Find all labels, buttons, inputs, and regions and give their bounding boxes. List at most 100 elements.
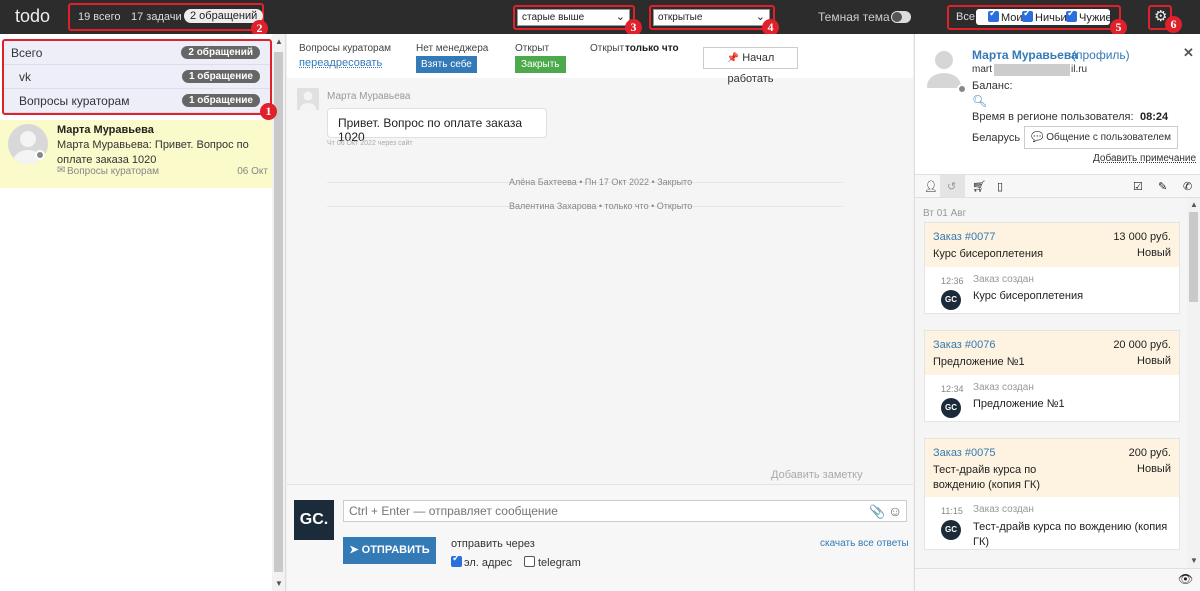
order-card[interactable]: Заказ #0076 20 000 руб. Предложение №1 Н… [924,330,1180,422]
order-title: Тест-драйв курса по вождению (копия ГК) [933,464,1040,491]
channel-email[interactable]: эл. адрес [451,553,512,569]
annotation-box-1 [2,39,272,115]
scrollbar-thumb[interactable] [274,52,283,572]
user-icon[interactable]: 👤︎ [924,180,938,193]
message-input[interactable] [343,500,907,522]
checkbox-icon[interactable]: ☑ [1133,180,1143,193]
user-name-link[interactable]: Марта Муравьева [972,48,1078,62]
scroll-up-icon[interactable]: ▲ [275,37,283,46]
search-icon[interactable]: 🔍︎ [972,94,987,108]
reassign-link[interactable]: переадресовать [299,57,382,69]
event-title: Заказ создан [973,504,1034,515]
checkbox-empty-icon[interactable] [524,556,535,567]
stat-tasks[interactable]: 17 задачи [131,11,182,23]
order-status: Новый [1137,355,1171,367]
scrollbar-thumb[interactable] [1189,212,1198,302]
send-icon: ➤ [349,544,359,556]
gc-logo: GC. [294,500,334,540]
order-price: 200 руб. [1128,447,1171,459]
app-logo[interactable]: todo [15,6,50,27]
event-text: Курс бисероплетения [973,290,1084,302]
profile-link[interactable]: (профиль) [1072,48,1130,62]
region-time: 08:24 [1140,111,1169,123]
system-event: Алёна Бахтеева • Пн 17 Окт 2022 • Закрыт… [509,177,693,187]
gc-logo-small: GC [941,520,961,540]
event-title: Заказ создан [973,274,1034,285]
country: Беларусь [972,132,1021,144]
download-all-link[interactable]: скачать все ответы [820,538,909,549]
filter-mine-label: Мои [1001,12,1023,24]
date-header: Вт 01 Авг [923,208,967,219]
scroll-down-icon[interactable]: ▼ [1190,556,1198,565]
send-button[interactable]: ➤ ОТПРАВИТЬ [343,537,436,564]
stat-total[interactable]: 19 всего [78,11,121,23]
phone-icon[interactable]: ✆ [1183,180,1192,193]
start-work-button[interactable]: 📌 Начал работать [703,47,798,85]
avatar [297,88,319,110]
status-dot [957,84,967,94]
conversation-channel: Вопросы кураторам [67,166,160,177]
add-note-link[interactable]: Добавить заметку [771,469,863,481]
dark-theme-toggle[interactable] [891,11,911,23]
right-scrollbar[interactable]: ▲ ▼ [1187,198,1200,568]
checkbox-checked-icon[interactable] [988,8,999,22]
stat-requests[interactable]: 2 обращений [184,9,264,23]
close-button[interactable]: Закрыть [515,56,566,73]
filter-all[interactable]: Все [956,11,975,23]
event-text: Предложение №1 [973,398,1065,410]
system-event: Валентина Захарова • только что • Открыт… [509,201,693,211]
mobile-icon[interactable]: ▯ [997,180,1003,193]
filter-others[interactable]: Чужие [1066,8,1112,24]
order-price: 20 000 руб. [1113,339,1171,351]
close-icon[interactable]: ✕ [1183,45,1194,61]
checkbox-checked-icon[interactable] [1022,8,1033,22]
user-tabs: 👤︎ ↺ 🛒︎ ▯ ☑ ✎ ✆ [915,174,1200,198]
sort-select[interactable]: старые выше ⌄ [517,9,630,26]
chevron-down-icon: ⌄ [615,11,625,23]
chat-button-label: Общение с пользователем [1046,132,1171,143]
conversation-date: 06 Окт [237,166,268,177]
top-bar: todo 19 всего 17 задачи 2 обращений 2 ст… [0,0,1200,37]
envelope-icon: ✉ [57,165,66,176]
checkbox-checked-icon[interactable] [451,553,462,567]
user-info-panel: Марта Муравьева (профиль) ✕ mart il.ru Б… [914,34,1200,591]
event-time: 12:36 [941,276,964,286]
no-manager-label: Нет менеджера [416,43,489,54]
send-via-label: отправить через [451,538,535,550]
order-header: Заказ #0077 13 000 руб. Курс бисероплете… [925,223,1179,267]
gc-logo-small: GC [941,290,961,310]
conversation-header: Вопросы кураторам переадресовать Нет мен… [287,34,913,85]
scroll-up-icon[interactable]: ▲ [1190,200,1198,209]
order-title: Предложение №1 [933,356,1025,368]
cart-icon[interactable]: 🛒︎ [972,180,986,193]
checkbox-checked-icon[interactable] [1066,8,1077,22]
conversation-item[interactable]: Марта Муравьева Марта Муравьева: Привет.… [0,120,272,188]
event-time: 12:34 [941,384,964,394]
order-number-link[interactable]: Заказ #0077 [933,231,996,243]
smiley-icon[interactable]: ☺ [888,503,902,519]
take-button[interactable]: Взять себе [416,56,477,73]
event-time: 11:15 [941,506,963,516]
add-comment-link[interactable]: Добавить примечание [1093,153,1196,164]
balance-label: Баланс: [972,80,1013,92]
chat-with-user-button[interactable]: 💬 Общение с пользователем [1024,126,1178,149]
email-redacted-block [994,64,1070,76]
order-card[interactable]: Заказ #0077 13 000 руб. Курс бисероплете… [924,222,1180,314]
paperclip-icon[interactable]: 📎 [869,504,885,520]
status-select[interactable]: открытые ⌄ [653,9,770,26]
order-number-link[interactable]: Заказ #0075 [933,447,996,459]
history-icon[interactable]: ↺ [947,180,956,193]
filter-nobody[interactable]: Ничьи [1022,8,1067,24]
channel-telegram[interactable]: telegram [524,556,581,569]
order-status: Новый [1137,463,1171,475]
right-footer: 👁︎ [915,568,1200,591]
message-author: Марта Муравьева [327,91,411,102]
filter-mine[interactable]: Мои [988,8,1023,24]
pencil-icon[interactable]: ✎ [1158,180,1167,193]
eye-icon[interactable]: 👁︎ [1178,572,1193,586]
dark-theme-label: Темная тема [818,10,890,24]
orders-list: Вт 01 Авг Заказ #0077 13 000 руб. Курс б… [915,198,1187,568]
scroll-down-icon[interactable]: ▼ [275,579,283,588]
order-card[interactable]: Заказ #0075 200 руб. Тест-драйв курса по… [924,438,1180,550]
order-number-link[interactable]: Заказ #0076 [933,339,996,351]
